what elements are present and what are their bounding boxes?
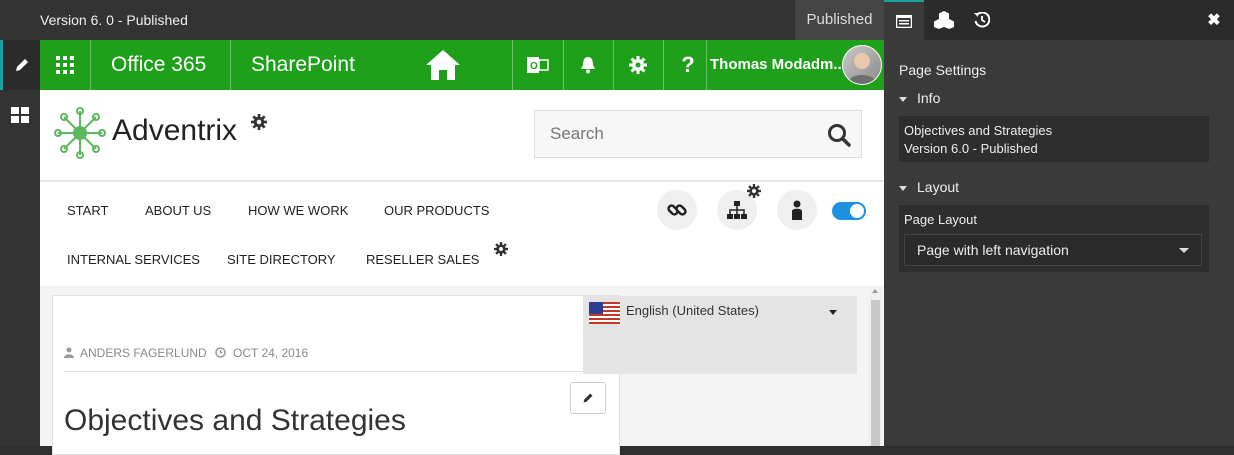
version-label: Version 6. 0 - Published	[40, 12, 188, 28]
close-panel-button[interactable]: ✖	[1194, 0, 1234, 40]
search-icon[interactable]	[827, 123, 851, 147]
gear-icon	[629, 56, 647, 74]
sitemap-icon	[727, 201, 747, 219]
caret-down-icon	[899, 96, 907, 102]
scroll-thumb[interactable]	[871, 300, 880, 446]
page-layout-label: Page Layout	[904, 212, 978, 227]
page-settings-panel: Page Settings Info Objectives and Strate…	[884, 40, 1234, 446]
scroll-up-icon[interactable]	[872, 289, 878, 293]
edit-mode-button[interactable]	[0, 40, 40, 90]
header-divider	[40, 180, 884, 182]
settings-button[interactable]	[613, 40, 663, 90]
nav-item-site-directory[interactable]: SITE DIRECTORY	[227, 252, 336, 267]
nav-item-reseller-sales[interactable]: RESELLER SALES	[366, 252, 479, 267]
article-author: ANDERS FAGERLUND	[80, 346, 207, 360]
panel-title: Page Settings	[899, 62, 987, 78]
cubes-icon	[934, 11, 954, 29]
office365-suite-bar: Office 365 SharePoint O ? Thomas Modadm.…	[40, 40, 884, 90]
layout-section-label: Layout	[917, 179, 960, 195]
tab-page-settings[interactable]	[884, 0, 924, 40]
panel-tab-bar: ✖	[884, 0, 1234, 40]
page-layout-select[interactable]: Page with left navigation	[904, 234, 1202, 266]
info-section-label: Info	[917, 90, 941, 106]
search-input[interactable]: Search	[550, 111, 604, 157]
tab-history[interactable]	[962, 0, 1002, 40]
tab-web-parts[interactable]	[924, 0, 964, 40]
toggle-knob	[850, 204, 864, 218]
chevron-down-icon	[829, 310, 837, 315]
waffle-icon	[56, 56, 74, 74]
close-icon: ✖	[1207, 12, 1221, 29]
notifications-button[interactable]	[563, 40, 613, 90]
question-icon: ?	[681, 52, 695, 77]
user-name[interactable]: Thomas Modadm...	[710, 40, 846, 90]
avatar[interactable]	[842, 45, 882, 85]
info-box: Objectives and Strategies Version 6.0 - …	[899, 116, 1209, 162]
edit-toggle-switch[interactable]	[832, 202, 866, 220]
logo-settings-gear-icon[interactable]	[251, 114, 267, 130]
nav-item-internal-services[interactable]: INTERNAL SERVICES	[67, 252, 200, 267]
history-icon	[974, 12, 990, 28]
nav-item-about-us[interactable]: ABOUT US	[145, 203, 211, 218]
nav-item-start[interactable]: START	[67, 203, 108, 218]
layout-mode-button[interactable]	[0, 90, 40, 140]
language-selector[interactable]: English (United States)	[583, 296, 857, 374]
page-layout-value: Page with left navigation	[917, 242, 1069, 258]
layout-section-toggle[interactable]: Layout	[899, 179, 959, 195]
site-logo-text[interactable]: Adventrix	[112, 114, 237, 148]
adventrix-logo-icon	[54, 107, 106, 159]
language-label: English (United States)	[626, 303, 759, 318]
links-button[interactable]	[657, 190, 697, 230]
layout-box: Page Layout Page with left navigation	[899, 205, 1209, 272]
user-photo-icon	[847, 53, 877, 84]
chevron-down-icon	[1179, 248, 1189, 253]
caret-down-icon	[899, 185, 907, 191]
page-title: Objectives and Strategies	[64, 404, 406, 437]
clock-icon	[215, 347, 226, 358]
edit-article-button[interactable]	[570, 382, 606, 414]
nav-item-our-products[interactable]: OUR PRODUCTS	[384, 203, 489, 218]
us-flag-icon	[589, 302, 620, 324]
article-divider	[64, 371, 620, 372]
grid-icon	[11, 107, 29, 123]
author-icon	[64, 347, 74, 358]
sitemap-settings-gear-icon[interactable]	[747, 184, 761, 198]
sharepoint-link[interactable]: SharePoint	[251, 40, 355, 90]
user-profile-button[interactable]	[777, 190, 817, 230]
published-status-button[interactable]: Published	[795, 0, 884, 40]
pencil-icon	[583, 393, 593, 403]
nav-item-how-we-work[interactable]: HOW WE WORK	[248, 203, 348, 218]
bell-icon	[581, 57, 595, 74]
pencil-icon	[15, 59, 28, 71]
home-button[interactable]	[418, 40, 468, 90]
link-icon	[667, 204, 687, 216]
home-icon	[426, 50, 460, 80]
svg-text:O: O	[530, 61, 538, 72]
info-section-toggle[interactable]: Info	[899, 90, 940, 106]
info-version: Version 6.0 - Published	[904, 141, 1038, 156]
info-page-title: Objectives and Strategies	[904, 123, 1053, 138]
person-icon	[792, 200, 802, 220]
outlook-icon: O	[527, 57, 549, 73]
left-tool-rail	[0, 40, 40, 446]
office365-link[interactable]: Office 365	[111, 40, 206, 90]
settings-panel-icon	[896, 14, 912, 28]
site-page: Adventrix Search START ABOUT US HOW WE W…	[40, 90, 884, 455]
nav-settings-gear-icon[interactable]	[494, 242, 508, 256]
app-launcher-button[interactable]	[40, 40, 90, 90]
scrollbar[interactable]	[869, 286, 882, 446]
outlook-button[interactable]: O	[513, 40, 563, 90]
site-search-box[interactable]: Search	[534, 110, 862, 158]
article-date: OCT 24, 2016	[233, 346, 309, 360]
